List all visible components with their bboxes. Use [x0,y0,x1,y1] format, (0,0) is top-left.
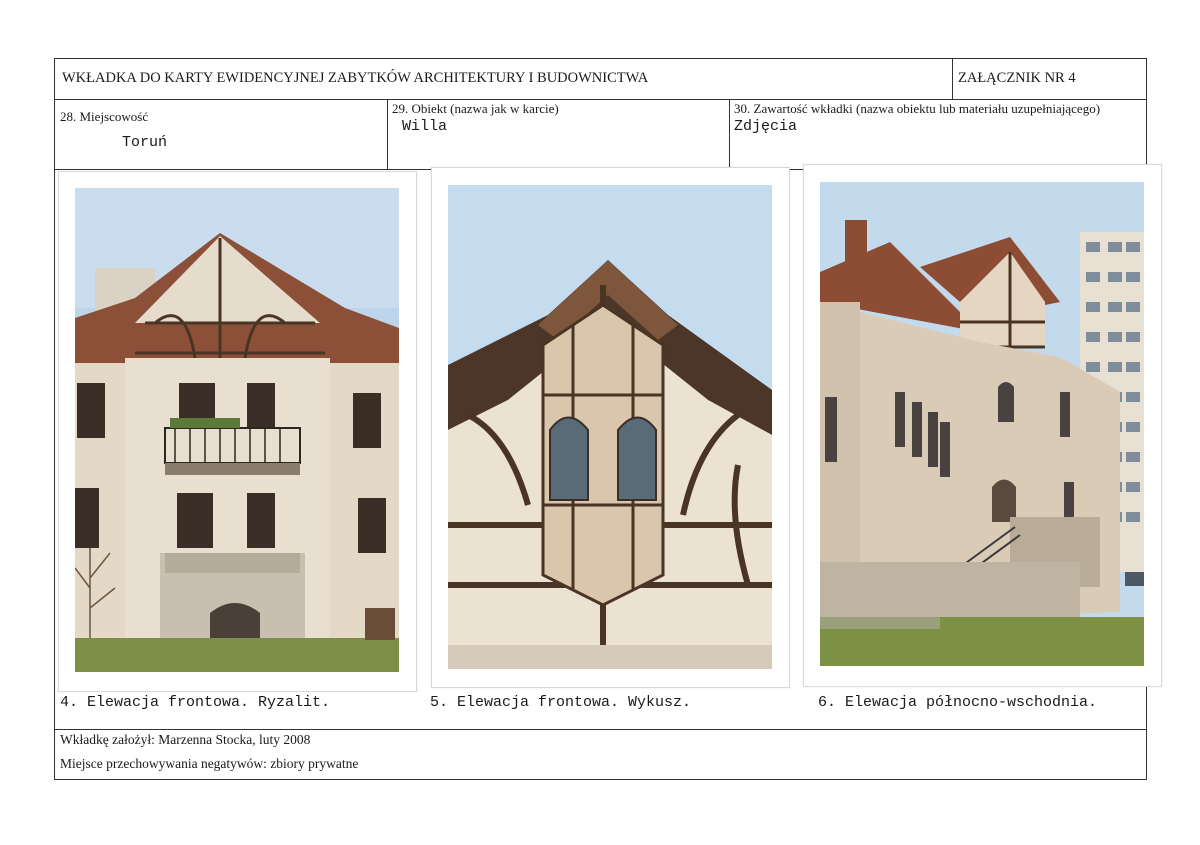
rule-top [54,58,1147,59]
rule-field-divider-2 [729,99,730,170]
photo-6-caption: 6. Elewacja północno-wschodnia. [818,694,1098,711]
rule-captions-bottom [54,729,1147,730]
record-sheet: WKŁADKA DO KARTY EWIDENCYJNEJ ZABYTKÓW A… [0,0,1200,845]
photo-5-caption: 5. Elewacja frontowa. Wykusz. [430,694,692,711]
photo-4-frame [58,171,417,692]
rule-annex-divider [952,58,953,100]
locality-label: 28. Miejscowość [60,109,149,124]
house-photo-oriel-icon [448,185,772,669]
rule-field-divider-1 [387,99,388,170]
house-photo-front-risalit-icon [75,188,399,672]
annex-label: ZAŁĄCZNIK NR 4 [958,70,1076,86]
object-value: Willa [402,118,448,135]
rule-bottom [54,779,1147,780]
contents-value: Zdjęcia [734,118,798,135]
locality-value: Toruń [122,134,168,151]
sheet-title: WKŁADKA DO KARTY EWIDENCYJNEJ ZABYTKÓW A… [62,70,649,86]
author-line: Wkładkę założył: Marzenna Stocka, luty 2… [60,732,311,747]
photo-5-frame [431,167,790,688]
negatives-line: Miejsce przechowywania negatywów: zbiory… [60,756,359,771]
photo-6-frame [803,164,1162,687]
rule-left [54,58,55,780]
rule-header-bottom [54,99,1147,100]
house-photo-northeast-icon [820,182,1144,666]
object-label: 29. Obiekt (nazwa jak w karcie) [392,101,559,116]
photo-4-caption: 4. Elewacja frontowa. Ryzalit. [60,694,331,711]
contents-label: 30. Zawartość wkładki (nazwa obiektu lub… [734,101,1101,116]
